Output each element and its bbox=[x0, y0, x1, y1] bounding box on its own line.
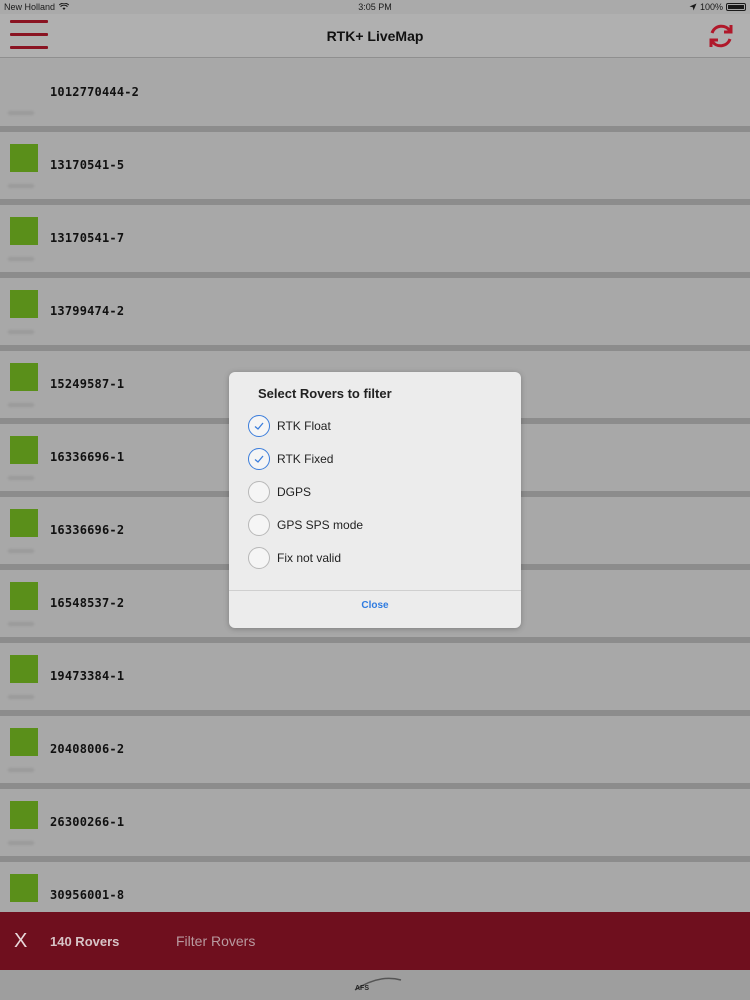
option-label: DGPS bbox=[277, 485, 312, 499]
rover-status-indicator bbox=[10, 655, 38, 683]
rover-status-indicator bbox=[10, 728, 38, 756]
rover-id: 15249587-1 bbox=[50, 377, 125, 391]
rover-id: 20408006-2 bbox=[50, 742, 125, 756]
rover-id: 26300266-1 bbox=[50, 815, 125, 829]
rover-sub-text bbox=[8, 330, 34, 334]
checkmark-icon[interactable] bbox=[248, 448, 270, 470]
nav-bar: RTK+ LiveMap bbox=[0, 14, 750, 58]
rover-id: 16548537-2 bbox=[50, 596, 125, 610]
filter-option-gps-sps-mode[interactable]: GPS SPS mode bbox=[248, 513, 498, 537]
rover-row[interactable]: 13170541-5 bbox=[0, 132, 750, 205]
empty-circle-icon[interactable] bbox=[248, 547, 270, 569]
rover-id: 30956001-8 bbox=[50, 888, 125, 902]
rover-sub-text bbox=[8, 111, 34, 115]
rover-row[interactable]: 30956001-8 bbox=[0, 862, 750, 912]
location-arrow-icon bbox=[689, 3, 697, 11]
dialog-divider bbox=[229, 590, 521, 591]
rover-id: 1012770444-2 bbox=[50, 85, 140, 99]
rover-status-indicator bbox=[10, 509, 38, 537]
filter-option-dgps[interactable]: DGPS bbox=[248, 480, 498, 504]
filter-rovers-button[interactable]: Filter Rovers bbox=[176, 933, 255, 949]
empty-circle-icon[interactable] bbox=[248, 481, 270, 503]
dialog-title: Select Rovers to filter bbox=[258, 386, 392, 401]
rover-sub-text bbox=[8, 622, 34, 626]
option-label: RTK Float bbox=[277, 419, 331, 433]
rover-status-indicator bbox=[10, 217, 38, 245]
close-button[interactable]: X bbox=[14, 930, 27, 953]
rover-row[interactable]: 26300266-1 bbox=[0, 789, 750, 862]
rover-row[interactable]: 13170541-7 bbox=[0, 205, 750, 278]
rover-id: 13170541-5 bbox=[50, 158, 125, 172]
rover-sub-text bbox=[8, 184, 34, 188]
checkmark-icon[interactable] bbox=[248, 415, 270, 437]
rover-status-indicator bbox=[10, 801, 38, 829]
rover-id: 13170541-7 bbox=[50, 231, 125, 245]
afs-logo: AFS bbox=[354, 977, 402, 992]
option-label: RTK Fixed bbox=[277, 452, 334, 466]
rover-id: 19473384-1 bbox=[50, 669, 125, 683]
filter-dialog: Select Rovers to filter RTK Float RTK Fi… bbox=[229, 372, 521, 628]
option-label: GPS SPS mode bbox=[277, 518, 364, 532]
page-title: RTK+ LiveMap bbox=[326, 28, 424, 44]
rover-sub-text bbox=[8, 257, 34, 261]
rover-sub-text bbox=[8, 549, 34, 553]
rover-row[interactable]: 13799474-2 bbox=[0, 278, 750, 351]
rover-status-indicator bbox=[10, 144, 38, 172]
rover-status-indicator bbox=[10, 363, 38, 391]
status-right: 100% bbox=[689, 2, 746, 12]
footer: AFS bbox=[0, 970, 750, 1000]
bottom-toolbar: X 140 Rovers Filter Rovers bbox=[0, 912, 750, 970]
option-label: Fix not valid bbox=[277, 551, 342, 565]
filter-option-fix-not-valid[interactable]: Fix not valid bbox=[248, 546, 498, 570]
status-time: 3:05 PM bbox=[358, 2, 392, 12]
rover-id: 13799474-2 bbox=[50, 304, 125, 318]
rover-sub-text bbox=[8, 841, 34, 845]
rover-id: 16336696-2 bbox=[50, 523, 125, 537]
rover-sub-text bbox=[8, 768, 34, 772]
dialog-close-button[interactable]: Close bbox=[229, 600, 521, 611]
rover-id: 16336696-1 bbox=[50, 450, 125, 464]
rover-sub-text bbox=[8, 695, 34, 699]
rover-sub-text bbox=[8, 403, 34, 407]
rover-row[interactable]: 1012770444-2 bbox=[0, 59, 750, 132]
rover-row[interactable]: 19473384-1 bbox=[0, 643, 750, 716]
rover-status-indicator bbox=[10, 582, 38, 610]
rover-status-indicator bbox=[10, 290, 38, 318]
empty-circle-icon[interactable] bbox=[248, 514, 270, 536]
rover-row[interactable]: 20408006-2 bbox=[0, 716, 750, 789]
filter-option-rtk-float[interactable]: RTK Float bbox=[248, 414, 498, 438]
status-bar: New Holland 3:05 PM 100% bbox=[0, 0, 750, 14]
battery-icon bbox=[726, 3, 746, 11]
rover-sub-text bbox=[8, 476, 34, 480]
refresh-icon[interactable] bbox=[706, 21, 736, 51]
filter-option-rtk-fixed[interactable]: RTK Fixed bbox=[248, 447, 498, 471]
rover-count: 140 Rovers bbox=[50, 934, 120, 949]
battery-percent: 100% bbox=[699, 2, 723, 12]
rover-status-indicator bbox=[10, 436, 38, 464]
svg-text:AFS: AFS bbox=[355, 985, 369, 992]
rover-status-indicator bbox=[10, 874, 38, 902]
